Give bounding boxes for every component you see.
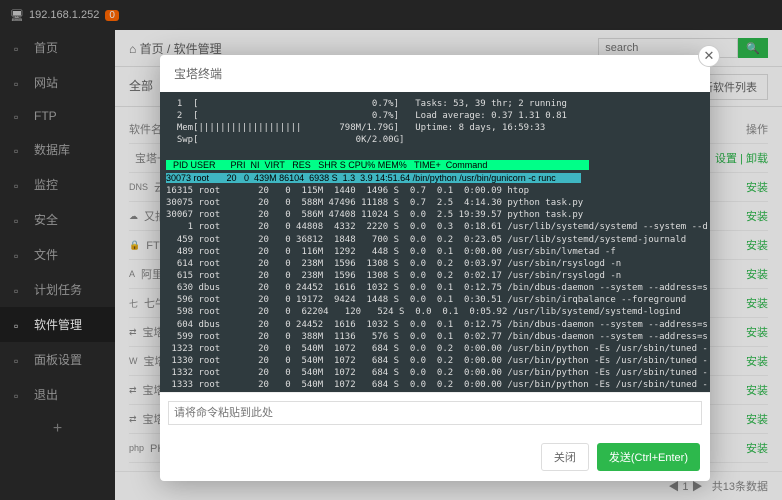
send-button[interactable]: 发送(Ctrl+Enter) [597, 443, 700, 471]
terminal-input[interactable] [168, 401, 702, 425]
terminal-modal: ✕ 宝塔终端 1 [ 0.7%] Tasks: 53, 39 thr; 2 ru… [160, 55, 710, 481]
terminal-output[interactable]: 1 [ 0.7%] Tasks: 53, 39 thr; 2 running 2… [160, 92, 710, 392]
modal-title: 宝塔终端 [160, 55, 710, 92]
cancel-button[interactable]: 关闭 [541, 443, 589, 471]
close-icon[interactable]: ✕ [698, 45, 720, 67]
